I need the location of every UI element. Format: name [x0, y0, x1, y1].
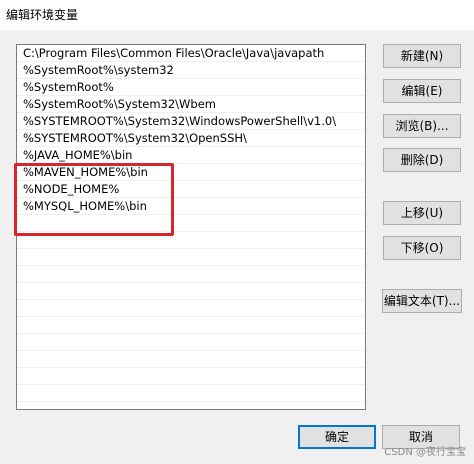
list-item[interactable]: %SystemRoot%\system32 — [17, 62, 365, 79]
list-item-empty[interactable] — [17, 368, 365, 385]
list-item-empty[interactable] — [17, 249, 365, 266]
move-down-button[interactable]: 下移(O) — [383, 236, 461, 260]
list-item[interactable]: %NODE_HOME% — [17, 181, 365, 198]
title-bar: 编辑环境变量 — [0, 0, 474, 30]
list-item[interactable]: %JAVA_HOME%\bin — [17, 147, 365, 164]
delete-button[interactable]: 删除(D) — [383, 148, 461, 172]
list-item-empty[interactable] — [17, 334, 365, 351]
list-item[interactable]: C:\Program Files\Common Files\Oracle\Jav… — [17, 45, 365, 62]
ok-button[interactable]: 确定 — [298, 425, 376, 449]
list-item[interactable]: %SYSTEMROOT%\System32\OpenSSH\ — [17, 130, 365, 147]
list-item-empty[interactable] — [17, 215, 365, 232]
edit-text-button[interactable]: 编辑文本(T)... — [382, 289, 462, 313]
list-item[interactable]: %MYSQL_HOME%\bin — [17, 198, 365, 215]
list-item-empty[interactable] — [17, 317, 365, 334]
list-item[interactable]: %SystemRoot%\System32\Wbem — [17, 96, 365, 113]
list-item-empty[interactable] — [17, 232, 365, 249]
window-title: 编辑环境变量 — [6, 8, 79, 22]
move-up-button[interactable]: 上移(U) — [383, 201, 461, 225]
new-button[interactable]: 新建(N) — [383, 44, 461, 68]
list-item[interactable]: %SYSTEMROOT%\System32\WindowsPowerShell\… — [17, 113, 365, 130]
browse-button[interactable]: 浏览(B)... — [383, 114, 461, 138]
watermark: CSDN @夜行宝宝 — [384, 447, 466, 458]
list-item[interactable]: %MAVEN_HOME%\bin — [17, 164, 365, 181]
list-item-empty[interactable] — [17, 351, 365, 368]
list-item[interactable]: %SystemRoot% — [17, 79, 365, 96]
list-item-empty[interactable] — [17, 300, 365, 317]
list-item-empty[interactable] — [17, 266, 365, 283]
path-list[interactable]: C:\Program Files\Common Files\Oracle\Jav… — [16, 44, 366, 410]
edit-button[interactable]: 编辑(E) — [383, 79, 461, 103]
list-item-empty[interactable] — [17, 385, 365, 402]
list-item-empty[interactable] — [17, 283, 365, 300]
